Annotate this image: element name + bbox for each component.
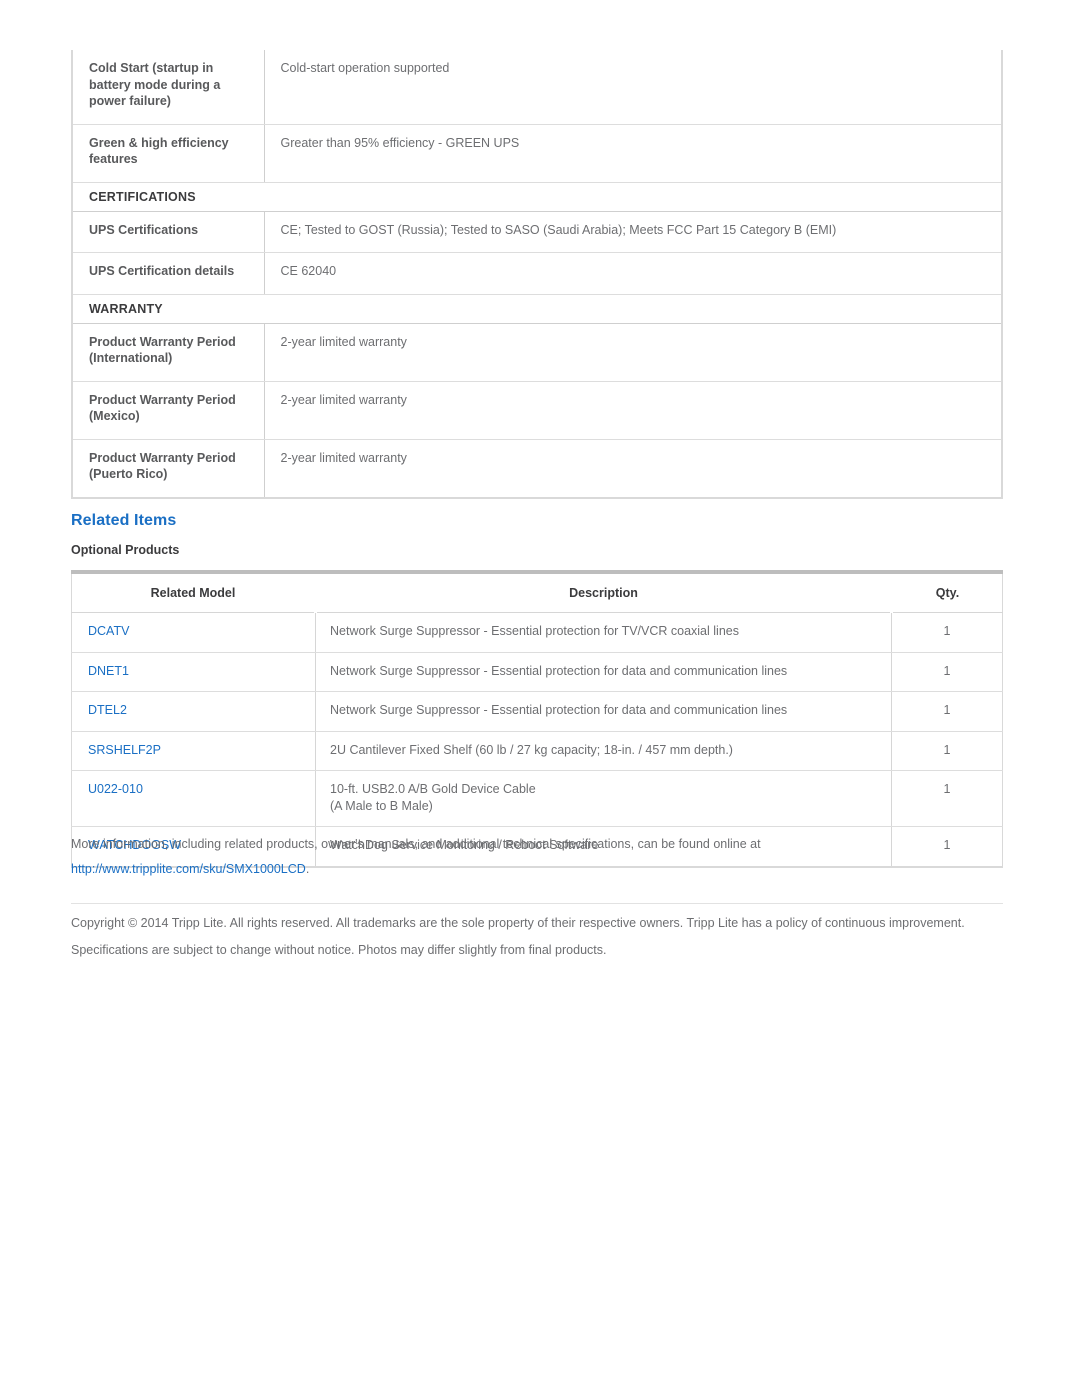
column-header-description: Description <box>315 570 893 613</box>
spec-section-label: CERTIFICATIONS <box>89 189 196 204</box>
spec-value: 2-year limited warranty <box>280 392 407 407</box>
spec-row: UPS Certification details CE 62040 <box>72 252 1002 295</box>
spec-section-header-cell: CERTIFICATIONS <box>72 182 1002 212</box>
related-items-heading: Related Items <box>71 512 177 529</box>
spec-row: Cold Start (startup in battery mode duri… <box>72 50 1002 125</box>
spec-value-cell: 2-year limited warranty <box>264 323 1002 382</box>
related-qty-cell: 1 <box>891 770 1003 827</box>
related-model-cell: DTEL2 <box>71 691 316 732</box>
spec-label: Green & high efficiency features <box>89 135 229 167</box>
related-description-cell: Network Surge Suppressor - Essential pro… <box>315 652 892 692</box>
spec-section-label: WARRANTY <box>89 301 163 316</box>
related-items-table-container: Related Model Description Qty. DCATV Netw… <box>71 570 1003 868</box>
spec-row: Product Warranty Period (International) 2… <box>72 323 1002 382</box>
spec-section-header-row: WARRANTY <box>72 294 1002 324</box>
spec-value-cell: Cold-start operation supported <box>264 50 1002 125</box>
spec-label: UPS Certifications <box>89 222 199 237</box>
spec-value-cell: CE 62040 <box>264 252 1002 295</box>
spec-label-cell: Cold Start (startup in battery mode duri… <box>72 50 265 125</box>
spec-label-cell: Product Warranty Period (International) <box>72 323 265 382</box>
column-header-qty: Qty. <box>891 570 1003 613</box>
related-items-table-header: Related Model Description Qty. <box>71 570 1003 613</box>
spec-label-cell: Product Warranty Period (Puerto Rico) <box>72 439 265 498</box>
copyright-text: Copyright © 2014 Tripp Lite. All rights … <box>71 916 965 957</box>
spec-label-cell: UPS Certification details <box>72 252 265 295</box>
table-row: U022-010 10-ft. USB2.0 A/B Gold Device Ca… <box>71 770 1003 827</box>
spec-label: Product Warranty Period (International) <box>89 334 236 366</box>
related-model-link[interactable]: SRSHELF2P <box>88 743 161 757</box>
related-description-cell: 2U Cantilever Fixed Shelf (60 lb / 27 kg… <box>315 731 892 771</box>
related-model-link[interactable]: U022-010 <box>88 782 143 796</box>
spec-value: 2-year limited warranty <box>280 334 407 349</box>
spec-value-cell: 2-year limited warranty <box>264 381 1002 440</box>
spec-label-cell: Green & high efficiency features <box>72 124 265 183</box>
spec-value-cell: 2-year limited warranty <box>264 439 1002 498</box>
spec-value: CE 62040 <box>280 264 337 278</box>
optional-products-subheading: Optional Products <box>71 543 180 557</box>
spec-label: Cold Start (startup in battery mode duri… <box>89 61 221 108</box>
more-info-period: . <box>305 862 310 876</box>
related-model-link[interactable]: DTEL2 <box>88 703 127 717</box>
specifications-table: Cold Start (startup in battery mode duri… <box>71 50 1003 499</box>
spec-value: Cold-start operation supported <box>280 61 450 75</box>
related-model-cell: DNET1 <box>71 652 316 692</box>
spec-value-cell: Greater than 95% efficiency - GREEN UPS <box>264 124 1002 183</box>
footer-divider <box>71 903 1003 904</box>
table-header-row: Related Model Description Qty. <box>71 570 1003 613</box>
related-qty-cell: 1 <box>891 652 1003 692</box>
document-page: Cold Start (startup in battery mode duri… <box>0 0 1080 1397</box>
more-info-sentence: More information, including related prod… <box>71 837 761 851</box>
more-information-text: More information, including related prod… <box>71 832 1011 882</box>
related-qty-cell: 1 <box>891 731 1003 771</box>
related-description-cell: Network Surge Suppressor - Essential pro… <box>315 612 892 653</box>
table-row: DTEL2 Network Surge Suppressor - Essentia… <box>71 691 1003 732</box>
spec-label: Product Warranty Period (Puerto Rico) <box>89 450 236 482</box>
spec-label-cell: UPS Certifications <box>72 211 265 253</box>
spec-row: Green & high efficiency features Greater … <box>72 124 1002 183</box>
spec-label: UPS Certification details <box>89 264 235 278</box>
column-header-related-model: Related Model <box>71 570 317 613</box>
spec-value: 2-year limited warranty <box>280 450 407 465</box>
related-model-link[interactable]: DCATV <box>88 624 129 638</box>
table-row: DNET1 Network Surge Suppressor - Essentia… <box>71 652 1003 692</box>
related-model-link[interactable]: DNET1 <box>88 664 129 678</box>
spec-section-header-cell: WARRANTY <box>72 294 1002 324</box>
product-page-link[interactable]: http://www.tripplite.com/sku/SMX1000LCD <box>71 862 306 876</box>
spec-value: CE; Tested to GOST (Russia); Tested to S… <box>280 222 837 237</box>
spec-value-cell: CE; Tested to GOST (Russia); Tested to S… <box>264 211 1002 253</box>
spec-row: UPS Certifications CE; Tested to GOST (Ru… <box>72 211 1002 253</box>
related-items-table: Related Model Description Qty. DCATV Netw… <box>71 570 1003 868</box>
related-model-cell: DCATV <box>71 612 316 653</box>
related-model-cell: U022-010 <box>71 770 316 827</box>
spec-section-header-row: CERTIFICATIONS <box>72 182 1002 212</box>
related-model-cell: SRSHELF2P <box>71 731 316 771</box>
related-description-cell: Network Surge Suppressor - Essential pro… <box>315 691 892 732</box>
table-row: DCATV Network Surge Suppressor - Essentia… <box>71 612 1003 653</box>
spec-row: Product Warranty Period (Mexico) 2-year l… <box>72 381 1002 440</box>
spec-row: Product Warranty Period (Puerto Rico) 2-y… <box>72 439 1002 498</box>
related-description-cell: 10-ft. USB2.0 A/B Gold Device Cable (A M… <box>315 770 892 827</box>
spec-label: Product Warranty Period (Mexico) <box>89 392 236 424</box>
related-qty-cell: 1 <box>891 691 1003 732</box>
spec-label-cell: Product Warranty Period (Mexico) <box>72 381 265 440</box>
table-row: SRSHELF2P 2U Cantilever Fixed Shelf (60 l… <box>71 731 1003 771</box>
specifications-table-container: Cold Start (startup in battery mode duri… <box>71 50 1003 499</box>
spec-value: Greater than 95% efficiency - GREEN UPS <box>280 135 520 150</box>
related-qty-cell: 1 <box>891 612 1003 653</box>
